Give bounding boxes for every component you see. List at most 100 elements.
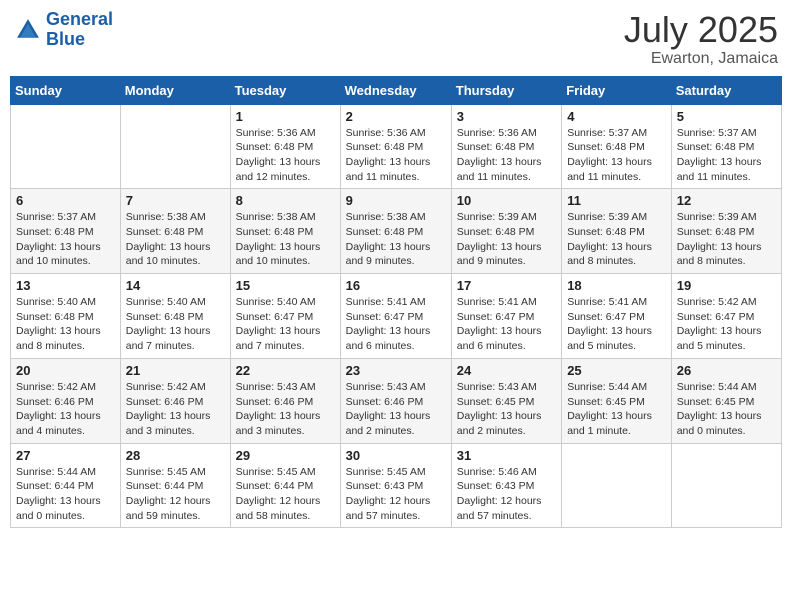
day-cell: 13 Sunrise: 5:40 AM Sunset: 6:48 PM Dayli… <box>11 274 121 359</box>
day-cell: 22 Sunrise: 5:43 AM Sunset: 6:46 PM Dayli… <box>230 358 340 443</box>
day-number: 17 <box>457 278 556 293</box>
day-info: Sunrise: 5:36 AM Sunset: 6:48 PM Dayligh… <box>457 126 556 185</box>
day-cell <box>671 443 781 528</box>
day-cell: 27Sunrise: 5:44 AM Sunset: 6:44 PM Dayli… <box>11 443 121 528</box>
day-info: Sunrise: 5:37 AM Sunset: 6:48 PM Dayligh… <box>567 126 666 185</box>
day-info: Sunrise: 5:40 AM Sunset: 6:47 PM Dayligh… <box>236 295 335 354</box>
day-number: 22 <box>236 363 335 378</box>
day-info: Sunrise: 5:39 AM Sunset: 6:48 PM Dayligh… <box>677 210 776 269</box>
week-row-3: 13 Sunrise: 5:40 AM Sunset: 6:48 PM Dayli… <box>11 274 782 359</box>
day-info: Sunrise: 5:38 AM Sunset: 6:48 PM Dayligh… <box>346 210 446 269</box>
day-cell: 24Sunrise: 5:43 AM Sunset: 6:45 PM Dayli… <box>451 358 561 443</box>
logo-icon <box>14 16 42 44</box>
day-cell: 20Sunrise: 5:42 AM Sunset: 6:46 PM Dayli… <box>11 358 121 443</box>
logo: General Blue <box>14 10 113 50</box>
day-number: 19 <box>677 278 776 293</box>
day-number: 28 <box>126 448 225 463</box>
day-info: Sunrise: 5:44 AM Sunset: 6:45 PM Dayligh… <box>567 380 666 439</box>
day-info: Sunrise: 5:41 AM Sunset: 6:47 PM Dayligh… <box>457 295 556 354</box>
day-number: 24 <box>457 363 556 378</box>
day-info: Sunrise: 5:36 AM Sunset: 6:48 PM Dayligh… <box>346 126 446 185</box>
day-number: 13 <box>16 278 115 293</box>
day-info: Sunrise: 5:41 AM Sunset: 6:47 PM Dayligh… <box>346 295 446 354</box>
day-cell <box>11 104 121 189</box>
location: Ewarton, Jamaica <box>624 50 778 68</box>
day-info: Sunrise: 5:42 AM Sunset: 6:46 PM Dayligh… <box>126 380 225 439</box>
day-cell <box>120 104 230 189</box>
day-number: 12 <box>677 193 776 208</box>
day-number: 23 <box>346 363 446 378</box>
day-number: 15 <box>236 278 335 293</box>
day-cell: 17 Sunrise: 5:41 AM Sunset: 6:47 PM Dayli… <box>451 274 561 359</box>
day-number: 26 <box>677 363 776 378</box>
day-number: 8 <box>236 193 335 208</box>
day-info: Sunrise: 5:38 AM Sunset: 6:48 PM Dayligh… <box>126 210 225 269</box>
day-number: 6 <box>16 193 115 208</box>
day-info: Sunrise: 5:44 AM Sunset: 6:45 PM Dayligh… <box>677 380 776 439</box>
logo-line2: Blue <box>46 29 85 49</box>
week-row-1: 1 Sunrise: 5:36 AM Sunset: 6:48 PM Daylig… <box>11 104 782 189</box>
logo-line1: General <box>46 9 113 29</box>
day-info: Sunrise: 5:37 AM Sunset: 6:48 PM Dayligh… <box>677 126 776 185</box>
day-cell: 12 Sunrise: 5:39 AM Sunset: 6:48 PM Dayli… <box>671 189 781 274</box>
day-cell: 8Sunrise: 5:38 AM Sunset: 6:48 PM Daylig… <box>230 189 340 274</box>
day-number: 29 <box>236 448 335 463</box>
day-cell: 4Sunrise: 5:37 AM Sunset: 6:48 PM Daylig… <box>562 104 672 189</box>
day-number: 11 <box>567 193 666 208</box>
day-cell: 19 Sunrise: 5:42 AM Sunset: 6:47 PM Dayli… <box>671 274 781 359</box>
day-cell: 9 Sunrise: 5:38 AM Sunset: 6:48 PM Daylig… <box>340 189 451 274</box>
day-info: Sunrise: 5:43 AM Sunset: 6:46 PM Dayligh… <box>236 380 335 439</box>
day-cell: 10Sunrise: 5:39 AM Sunset: 6:48 PM Dayli… <box>451 189 561 274</box>
day-number: 18 <box>567 278 666 293</box>
day-cell: 26 Sunrise: 5:44 AM Sunset: 6:45 PM Dayli… <box>671 358 781 443</box>
day-number: 31 <box>457 448 556 463</box>
day-cell: 11 Sunrise: 5:39 AM Sunset: 6:48 PM Dayli… <box>562 189 672 274</box>
day-info: Sunrise: 5:42 AM Sunset: 6:47 PM Dayligh… <box>677 295 776 354</box>
day-cell: 3Sunrise: 5:36 AM Sunset: 6:48 PM Daylig… <box>451 104 561 189</box>
day-cell: 23 Sunrise: 5:43 AM Sunset: 6:46 PM Dayli… <box>340 358 451 443</box>
day-number: 7 <box>126 193 225 208</box>
day-number: 30 <box>346 448 446 463</box>
week-row-4: 20 Sunrise: 5:42 AM Sunset: 6:46 PM Dayli… <box>11 358 782 443</box>
day-cell: 25 Sunrise: 5:44 AM Sunset: 6:45 PM Dayli… <box>562 358 672 443</box>
day-cell: 6 Sunrise: 5:37 AM Sunset: 6:48 PM Daylig… <box>11 189 121 274</box>
weekday-header-saturday: Saturday <box>671 76 781 104</box>
day-cell: 29Sunrise: 5:45 AM Sunset: 6:44 PM Dayli… <box>230 443 340 528</box>
day-cell: 31Sunrise: 5:46 AM Sunset: 6:43 PM Dayli… <box>451 443 561 528</box>
day-cell: 16 Sunrise: 5:41 AM Sunset: 6:47 PM Dayli… <box>340 274 451 359</box>
day-number: 20 <box>16 363 115 378</box>
day-number: 1 <box>236 109 335 124</box>
day-info: Sunrise: 5:36 AM Sunset: 6:48 PM Dayligh… <box>236 126 335 185</box>
day-info: Sunrise: 5:45 AM Sunset: 6:44 PM Dayligh… <box>126 465 225 524</box>
day-cell: 15 Sunrise: 5:40 AM Sunset: 6:47 PM Dayli… <box>230 274 340 359</box>
day-cell: 21Sunrise: 5:42 AM Sunset: 6:46 PM Dayli… <box>120 358 230 443</box>
day-cell: 30Sunrise: 5:45 AM Sunset: 6:43 PM Dayli… <box>340 443 451 528</box>
day-number: 27 <box>16 448 115 463</box>
day-info: Sunrise: 5:37 AM Sunset: 6:48 PM Dayligh… <box>16 210 115 269</box>
day-cell: 18 Sunrise: 5:41 AM Sunset: 6:47 PM Dayli… <box>562 274 672 359</box>
day-info: Sunrise: 5:40 AM Sunset: 6:48 PM Dayligh… <box>126 295 225 354</box>
weekday-header-thursday: Thursday <box>451 76 561 104</box>
day-number: 16 <box>346 278 446 293</box>
day-info: Sunrise: 5:41 AM Sunset: 6:47 PM Dayligh… <box>567 295 666 354</box>
day-cell: 14 Sunrise: 5:40 AM Sunset: 6:48 PM Dayli… <box>120 274 230 359</box>
day-info: Sunrise: 5:40 AM Sunset: 6:48 PM Dayligh… <box>16 295 115 354</box>
day-number: 5 <box>677 109 776 124</box>
day-cell: 7 Sunrise: 5:38 AM Sunset: 6:48 PM Daylig… <box>120 189 230 274</box>
weekday-header-wednesday: Wednesday <box>340 76 451 104</box>
day-number: 2 <box>346 109 446 124</box>
day-number: 25 <box>567 363 666 378</box>
day-cell: 1 Sunrise: 5:36 AM Sunset: 6:48 PM Daylig… <box>230 104 340 189</box>
day-info: Sunrise: 5:43 AM Sunset: 6:46 PM Dayligh… <box>346 380 446 439</box>
logo-text: General Blue <box>46 10 113 50</box>
week-row-5: 27Sunrise: 5:44 AM Sunset: 6:44 PM Dayli… <box>11 443 782 528</box>
day-info: Sunrise: 5:39 AM Sunset: 6:48 PM Dayligh… <box>567 210 666 269</box>
day-number: 9 <box>346 193 446 208</box>
week-row-2: 6 Sunrise: 5:37 AM Sunset: 6:48 PM Daylig… <box>11 189 782 274</box>
day-info: Sunrise: 5:39 AM Sunset: 6:48 PM Dayligh… <box>457 210 556 269</box>
title-area: July 2025 Ewarton, Jamaica <box>624 10 778 68</box>
weekday-header-row: SundayMondayTuesdayWednesdayThursdayFrid… <box>11 76 782 104</box>
day-number: 14 <box>126 278 225 293</box>
month-year: July 2025 <box>624 10 778 50</box>
header: General Blue July 2025 Ewarton, Jamaica <box>10 10 782 68</box>
